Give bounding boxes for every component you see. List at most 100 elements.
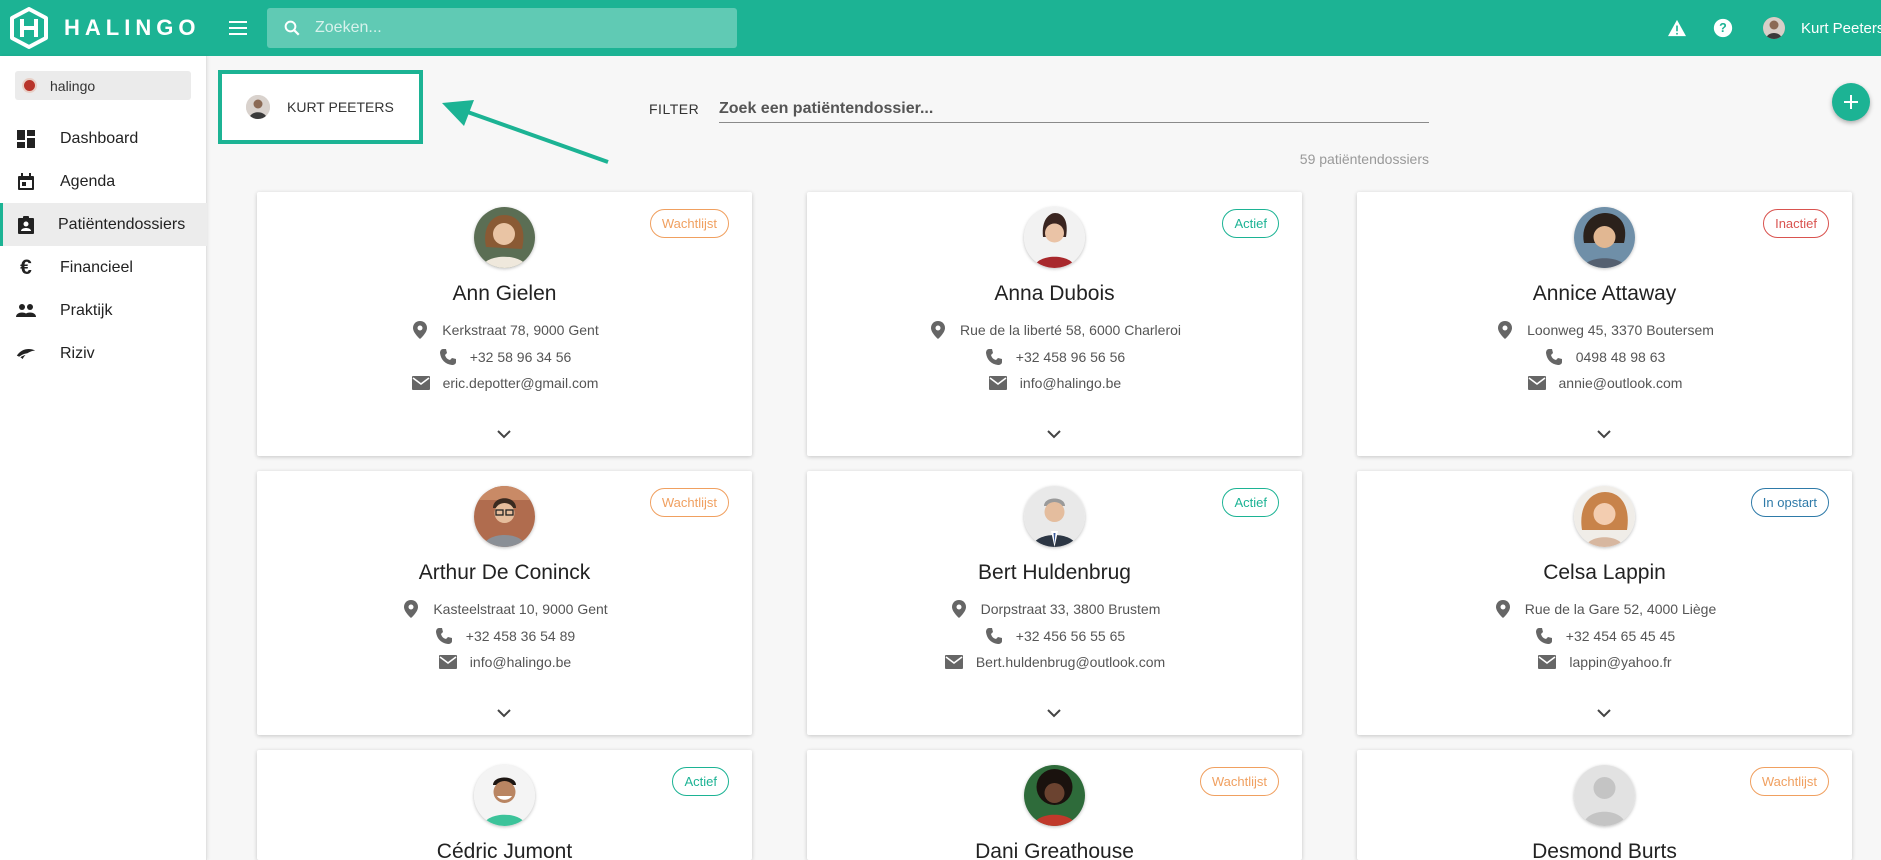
patient-card[interactable]: Actief Bert Huldenbrug Dorpstraat 33, 38… (807, 471, 1302, 735)
add-patient-button[interactable] (1832, 83, 1870, 121)
search-bar[interactable] (267, 8, 737, 48)
patient-address: Dorpstraat 33, 3800 Brustem (980, 601, 1161, 617)
phone-icon (438, 347, 458, 367)
address-line: Kerkstraat 78, 9000 Gent (257, 320, 752, 340)
patient-card[interactable]: Wachtlijst Arthur De Coninck Kasteelstra… (257, 471, 752, 735)
phone-icon (1534, 626, 1554, 646)
location-icon (1495, 320, 1515, 340)
patient-photo (474, 765, 535, 826)
phone-icon (984, 347, 1004, 367)
halingo-logo-icon (10, 7, 48, 49)
user-name: Kurt Peeters (1801, 19, 1881, 37)
brand-logo[interactable]: HALINGO (0, 0, 207, 56)
phone-line: 0498 48 98 63 (1357, 347, 1852, 367)
patient-card[interactable]: Actief Cédric Jumont (257, 750, 752, 860)
status-badge[interactable]: Wachtlijst (1749, 767, 1829, 796)
annotation-arrow-icon (442, 100, 609, 164)
email-icon (411, 373, 431, 393)
phone-line: +32 58 96 34 56 (257, 347, 752, 367)
sidebar-item-patientendossiers[interactable]: Patiëntendossiers (0, 203, 207, 246)
search-input[interactable] (315, 19, 715, 37)
location-icon (1493, 599, 1513, 619)
status-badge[interactable]: Wachtlijst (649, 488, 729, 517)
email-line: info@halingo.be (257, 652, 752, 672)
email-line: lappin@yahoo.fr (1357, 652, 1852, 672)
brand-name: HALINGO (64, 15, 201, 40)
riziv-icon (16, 344, 36, 364)
status-badge[interactable]: Actief (1222, 209, 1279, 238)
email-line: Bert.huldenbrug@outlook.com (807, 652, 1302, 672)
sidebar-item-financieel[interactable]: € Financieel (0, 246, 207, 289)
patient-photo (1574, 207, 1635, 268)
patient-card[interactable]: Wachtlijst Ann Gielen Kerkstraat 78, 900… (257, 192, 752, 456)
plus-icon (1844, 95, 1858, 109)
avatar (1763, 17, 1785, 39)
patient-phone: +32 458 36 54 89 (465, 628, 576, 644)
patient-name: Annice Attaway (1532, 282, 1677, 305)
expand-chevron-icon[interactable] (494, 424, 514, 444)
status-badge[interactable]: Actief (1222, 488, 1279, 517)
user-menu[interactable]: Kurt Peeters (1763, 17, 1881, 39)
sidebar-item-label: Patiëntendossiers (58, 215, 186, 233)
patient-name: Bert Huldenbrug (978, 561, 1131, 584)
organization-name: halingo (50, 77, 96, 94)
address-line: Rue de la liberté 58, 6000 Charleroi (807, 320, 1302, 340)
patient-card[interactable]: Actief Anna Dubois Rue de la liberté 58,… (807, 192, 1302, 456)
sidebar-item-dashboard[interactable]: Dashboard (0, 117, 207, 160)
patient-card[interactable]: Wachtlijst Desmond Burts (1357, 750, 1852, 860)
status-badge[interactable]: Actief (672, 767, 729, 796)
status-badge[interactable]: Wachtlijst (1199, 767, 1279, 796)
sidebar-item-riziv[interactable]: Riziv (0, 332, 207, 375)
patient-card[interactable]: Inactief Annice Attaway Loonweg 45, 3370… (1357, 192, 1852, 456)
expand-chevron-icon[interactable] (1044, 424, 1064, 444)
address-line: Kasteelstraat 10, 9000 Gent (257, 599, 752, 619)
menu-icon[interactable] (226, 16, 250, 40)
warning-icon[interactable] (1665, 16, 1689, 40)
sidebar-item-agenda[interactable]: Agenda (0, 160, 207, 203)
patient-photo (1024, 486, 1085, 547)
patient-phone: +32 458 96 56 56 (1015, 349, 1126, 365)
phone-icon (1544, 347, 1564, 367)
sidebar: halingo Dashboard Agenda Patiëntendossie… (0, 56, 207, 860)
patient-name: Anna Dubois (994, 282, 1115, 305)
status-badge[interactable]: In opstart (1750, 488, 1829, 517)
help-icon[interactable]: ? (1711, 16, 1735, 40)
address-line: Rue de la Gare 52, 4000 Liège (1357, 599, 1852, 619)
top-app-bar: HALINGO ? Kurt Peeters (0, 0, 1881, 56)
filter-input[interactable] (719, 100, 1429, 118)
address-line: Dorpstraat 33, 3800 Brustem (807, 599, 1302, 619)
expand-chevron-icon[interactable] (1594, 424, 1614, 444)
patient-photo (474, 486, 535, 547)
current-user-box[interactable]: KURT PEETERS (218, 70, 423, 144)
expand-chevron-icon[interactable] (494, 703, 514, 723)
phone-line: +32 454 65 45 45 (1357, 626, 1852, 646)
sidebar-item-praktijk[interactable]: Praktijk (0, 289, 207, 332)
phone-line: +32 458 36 54 89 (257, 626, 752, 646)
email-line: annie@outlook.com (1357, 373, 1852, 393)
patient-phone: 0498 48 98 63 (1575, 349, 1666, 365)
expand-chevron-icon[interactable] (1044, 703, 1064, 723)
patient-phone: +32 456 56 55 65 (1015, 628, 1126, 644)
email-icon (1537, 652, 1557, 672)
filter-field[interactable] (719, 96, 1429, 123)
organization-selector[interactable]: halingo (15, 71, 191, 100)
patient-email: annie@outlook.com (1558, 375, 1683, 391)
patient-name: Celsa Lappin (1543, 561, 1666, 584)
patient-photo (1024, 207, 1085, 268)
email-line: info@halingo.be (807, 373, 1302, 393)
patient-email: lappin@yahoo.fr (1569, 654, 1672, 670)
location-icon (410, 320, 430, 340)
patient-card[interactable]: Wachtlijst Dani Greathouse (807, 750, 1302, 860)
sidebar-item-label: Agenda (60, 172, 116, 190)
patient-name: Dani Greathouse (975, 840, 1134, 860)
patient-email: info@halingo.be (469, 654, 572, 670)
status-badge[interactable]: Inactief (1763, 209, 1829, 238)
organization-logo-icon (22, 78, 37, 93)
patient-photo (1574, 765, 1635, 826)
address-line: Loonweg 45, 3370 Boutersem (1357, 320, 1852, 340)
expand-chevron-icon[interactable] (1594, 703, 1614, 723)
patient-card[interactable]: In opstart Celsa Lappin Rue de la Gare 5… (1357, 471, 1852, 735)
status-badge[interactable]: Wachtlijst (649, 209, 729, 238)
clipboard-account-icon (16, 215, 36, 235)
people-icon (16, 301, 36, 321)
